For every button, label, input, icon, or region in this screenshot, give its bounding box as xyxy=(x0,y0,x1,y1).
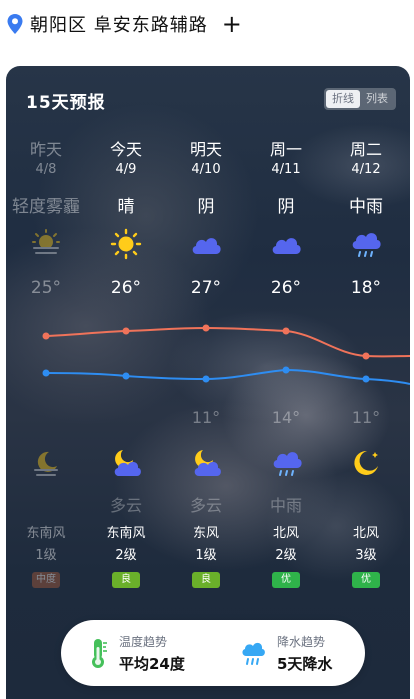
day-high-temp: 26° xyxy=(270,278,302,298)
view-toggle: 折线 列表 xyxy=(324,88,396,110)
tab-list-view[interactable]: 列表 xyxy=(360,90,394,108)
day-date: 4/12 xyxy=(351,162,381,177)
trend-panel: 温度趋势 平均24度 降水趋势 5天降水 xyxy=(61,620,365,686)
aqi-badge: 优 xyxy=(352,572,380,588)
forecast-title: 15天预报 xyxy=(26,93,106,113)
high-temp-point xyxy=(122,327,130,335)
aqi-badge: 良 xyxy=(112,572,140,588)
day-high-temp: 27° xyxy=(190,278,222,298)
day-name: 周一 xyxy=(269,140,302,159)
high-temp-point xyxy=(362,352,370,360)
low-temp-line xyxy=(45,368,410,385)
day-condition: 阴 xyxy=(277,197,295,217)
day-column[interactable]: 明天 4/10 阴 27° xyxy=(166,136,246,300)
wind-direction: 东南风 xyxy=(26,526,66,541)
trend-label: 温度趋势 xyxy=(119,634,168,649)
wind-level: 3级 xyxy=(355,548,377,563)
high-temp-point xyxy=(282,327,290,335)
low-temp-point xyxy=(282,366,290,374)
day-condition: 中雨 xyxy=(349,197,383,217)
day-column[interactable]: 周二 4/12 中雨 18° xyxy=(326,136,406,300)
low-temp-point xyxy=(42,369,50,377)
aqi-badge: 优 xyxy=(272,572,300,588)
night-icon xyxy=(246,446,326,480)
wind-level: 1级 xyxy=(35,548,57,563)
high-temp-point xyxy=(42,332,50,340)
cloud-icon xyxy=(272,238,301,254)
day-condition: 阴 xyxy=(197,197,215,217)
thermometer-icon xyxy=(92,639,107,668)
night-condition: 多云 xyxy=(189,496,222,515)
day-high-temp: 26° xyxy=(110,278,142,298)
location-name[interactable]: 朝阳区 阜安东路辅路 xyxy=(30,11,208,37)
haze-icon xyxy=(32,229,60,254)
day-name: 明天 xyxy=(189,140,222,159)
day-name: 昨天 xyxy=(29,140,62,159)
day-date: 4/11 xyxy=(271,162,301,177)
rain-cloud-icon xyxy=(273,452,302,476)
low-temp-point xyxy=(362,375,370,383)
day-condition: 轻度雾霾 xyxy=(12,197,80,217)
night-condition: 多云 xyxy=(109,496,142,515)
moon-haze-icon xyxy=(34,451,58,476)
forecast-card: 15天预报 折线 列表 昨天 4/8 轻度雾霾 25° 今天 4/9 晴 26°… xyxy=(6,66,410,699)
wind-level: 2级 xyxy=(115,548,137,563)
moon-cloud-icon xyxy=(194,450,221,476)
sun-icon xyxy=(110,228,142,260)
rain-cloud-icon xyxy=(352,233,381,257)
trend-value: 5天降水 xyxy=(277,654,333,673)
low-temp-point xyxy=(202,375,210,383)
night-icon xyxy=(86,446,166,480)
trend-label: 降水趋势 xyxy=(277,634,326,649)
day-name: 今天 xyxy=(109,140,142,159)
temperature-trend-button[interactable]: 温度趋势 平均24度 xyxy=(61,633,213,674)
day-date: 4/10 xyxy=(191,162,221,177)
low-temp: 11° xyxy=(191,408,221,427)
day-high-temp: 25° xyxy=(30,278,62,298)
day-column[interactable]: 今天 4/9 晴 26° xyxy=(86,136,166,300)
trend-value: 平均24度 xyxy=(119,654,185,673)
wind-level: 2级 xyxy=(275,548,297,563)
wind-level: 1级 xyxy=(195,548,217,563)
aqi-badge-wrap: 良 xyxy=(86,567,166,588)
night-icon xyxy=(166,446,246,480)
low-temp: 14° xyxy=(271,408,301,427)
low-temp-point xyxy=(122,372,130,380)
aqi-badge: 良 xyxy=(192,572,220,588)
precipitation-trend-button[interactable]: 降水趋势 5天降水 xyxy=(213,633,365,674)
day-column[interactable]: 周一 4/11 阴 26° xyxy=(246,136,326,300)
add-location-button[interactable]: + xyxy=(222,12,242,36)
day-date: 4/8 xyxy=(35,162,57,177)
day-column[interactable]: 昨天 4/8 轻度雾霾 25° xyxy=(6,136,86,300)
wind-direction: 北风 xyxy=(272,526,299,541)
low-temp: 11° xyxy=(351,408,381,427)
day-high-temp: 18° xyxy=(350,278,382,298)
tab-line-view[interactable]: 折线 xyxy=(326,90,360,108)
wind-direction: 东风 xyxy=(192,526,219,541)
temperature-chart xyxy=(42,324,410,385)
cloud-icon xyxy=(192,238,221,254)
high-temp-point xyxy=(202,324,210,332)
location-pin-icon xyxy=(7,14,23,34)
aqi-badge-wrap: 优 xyxy=(246,567,326,588)
wind-direction: 东南风 xyxy=(106,526,146,541)
aqi-badge-wrap: 良 xyxy=(166,567,246,588)
aqi-badge: 中度 xyxy=(32,572,60,588)
rain-cloud-icon xyxy=(242,642,265,665)
moon-icon xyxy=(354,450,378,475)
day-date: 4/9 xyxy=(115,162,137,177)
high-temp-line xyxy=(45,326,410,358)
night-condition: 中雨 xyxy=(269,496,302,515)
aqi-badge-wrap: 中度 xyxy=(6,567,86,588)
wind-direction: 北风 xyxy=(352,526,379,541)
night-icon xyxy=(6,446,86,480)
location-bar: 朝阳区 阜安东路辅路 + xyxy=(0,0,414,48)
day-name: 周二 xyxy=(349,140,382,159)
moon-cloud-icon xyxy=(114,450,141,476)
aqi-badge-wrap: 优 xyxy=(326,567,406,588)
night-icon xyxy=(326,446,406,480)
day-condition: 晴 xyxy=(117,197,135,217)
